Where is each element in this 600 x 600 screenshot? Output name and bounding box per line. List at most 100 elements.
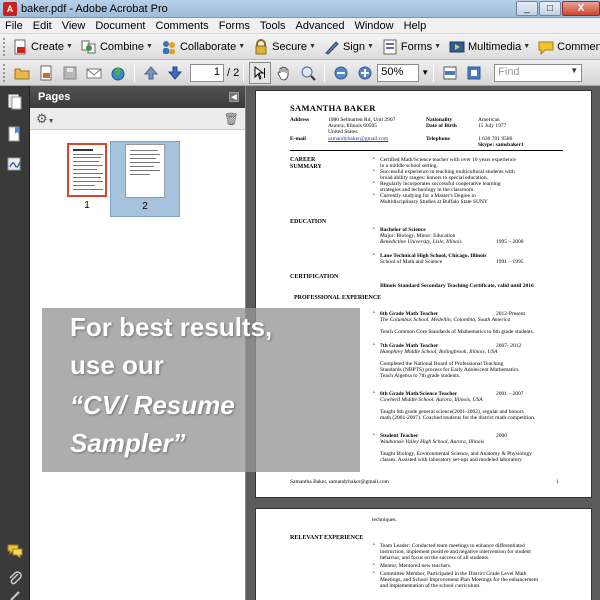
fit-width-button[interactable]	[439, 62, 461, 84]
delete-trash-icon[interactable]: 🗑	[224, 112, 239, 126]
menu-file[interactable]: File	[0, 20, 28, 32]
save-button[interactable]	[59, 62, 81, 84]
chevron-down-icon: ▼	[366, 43, 374, 50]
page-total: / 2	[227, 66, 240, 79]
open-button[interactable]	[11, 62, 33, 84]
minimize-button[interactable]: _	[516, 0, 538, 16]
comments-panel-icon[interactable]	[7, 542, 23, 558]
next-page-button[interactable]	[164, 62, 186, 84]
find-input[interactable]: Find ▼	[494, 63, 583, 82]
toolbar-separator	[324, 63, 326, 82]
pages-panel-header: Pages ◀	[30, 86, 245, 108]
page-number-input[interactable]: 1	[190, 63, 224, 82]
zoom-dropdown-icon[interactable]: ▼	[421, 68, 429, 77]
options-gear-icon[interactable]: ⚙▼	[36, 111, 55, 127]
menu-forms[interactable]: Forms	[214, 20, 255, 32]
email-button[interactable]	[83, 62, 105, 84]
save-icon	[63, 66, 77, 79]
overlay-line-1: For best results,	[70, 312, 273, 342]
toolbar-separator	[134, 63, 135, 82]
envelope-icon	[86, 68, 102, 78]
forms-button[interactable]: Forms ▼	[378, 36, 445, 58]
menu-window[interactable]: Window	[349, 20, 398, 32]
more-panels-icon[interactable]	[7, 588, 23, 600]
comment-icon	[538, 41, 554, 55]
maximize-button[interactable]: □	[539, 0, 561, 16]
zoom-out-button[interactable]	[330, 62, 352, 84]
navigation-pane-strip	[0, 86, 30, 600]
acrobat-app-icon: A	[3, 1, 17, 16]
menu-view[interactable]: View	[57, 20, 91, 32]
overlay-line-3: “CV/ Resume	[70, 390, 235, 420]
upload-button[interactable]	[107, 62, 129, 84]
pdf-page-2: techniques. RELEVANT EXPERIENCE • Team L…	[255, 508, 592, 600]
attachments-paperclip-icon[interactable]	[7, 570, 23, 586]
toolbar-grip[interactable]	[3, 63, 7, 82]
folder-open-icon	[14, 68, 30, 79]
lock-icon	[255, 38, 267, 54]
zoom-level-input[interactable]: 50%	[377, 63, 420, 82]
thumbnail-image	[125, 144, 165, 198]
fit-page-icon	[467, 66, 481, 79]
email-link[interactable]: samandybaker@gmail.com	[328, 136, 388, 143]
cursor-text-select-icon	[254, 65, 266, 80]
header-divider	[290, 150, 563, 151]
collapse-panel-button[interactable]: ◀	[229, 92, 239, 102]
chevron-down-icon: ▼	[238, 43, 246, 50]
chevron-down-icon: ▼	[434, 43, 442, 50]
combine-icon	[81, 40, 96, 53]
page-thumbnail-2[interactable]: 2	[110, 141, 180, 217]
collaborate-button[interactable]: Collaborate ▼	[157, 36, 249, 58]
menu-edit[interactable]: Edit	[28, 20, 57, 32]
menu-help[interactable]: Help	[399, 20, 432, 32]
window-title: baker.pdf - Adobe Acrobat Pro	[21, 2, 168, 15]
multimedia-button[interactable]: Multimedia ▼	[445, 36, 534, 58]
chevron-down-icon: ▼	[146, 43, 153, 50]
menu-tools[interactable]: Tools	[255, 20, 291, 32]
pages-panel-icon[interactable]	[7, 94, 23, 110]
thumbnail-image	[67, 143, 107, 197]
zoom-in-button[interactable]	[354, 62, 376, 84]
magnifier-zoom-icon	[301, 66, 316, 81]
zoom-marquee-button[interactable]	[297, 62, 319, 84]
fit-page-button[interactable]	[463, 62, 485, 84]
hand-tool-button[interactable]	[273, 62, 295, 84]
globe-upload-icon	[111, 66, 125, 80]
previous-page-button[interactable]	[140, 62, 162, 84]
menu-comments[interactable]: Comments	[151, 20, 214, 32]
title-bar: A baker.pdf - Adobe Acrobat Pro _ □ X	[0, 0, 600, 18]
tasks-toolbar: Create ▼ Combine ▼ Collaborate ▼ Secure ▼ Si…	[0, 34, 600, 60]
chevron-down-icon: ▼	[66, 43, 73, 50]
toolbar-grip[interactable]	[3, 37, 5, 56]
thumbnail-label: 2	[142, 201, 148, 212]
signatures-icon[interactable]	[7, 156, 23, 172]
bookmarks-icon[interactable]	[7, 126, 23, 142]
combine-button[interactable]: Combine ▼	[77, 36, 157, 58]
pen-sign-icon	[325, 40, 339, 55]
create-doc-icon	[40, 65, 52, 80]
hand-icon	[277, 66, 289, 80]
create-pdf-button[interactable]	[35, 62, 57, 84]
comment-button[interactable]: Comment▼	[534, 36, 600, 58]
overlay-line-4: Sampler”	[70, 428, 186, 458]
menu-bar: File Edit View Document Comments Forms T…	[0, 18, 600, 34]
promo-overlay: For best results, use our “CV/ Resume Sa…	[42, 308, 360, 472]
forms-icon	[383, 39, 397, 54]
create-button[interactable]: Create ▼	[8, 36, 77, 58]
pages-panel-title: Pages	[38, 91, 71, 103]
find-dropdown-icon[interactable]: ▼	[570, 66, 578, 80]
zoom-out-icon	[334, 66, 348, 79]
create-pdf-icon	[14, 39, 26, 54]
menu-advanced[interactable]: Advanced	[291, 20, 350, 32]
resume-name: SAMANTHA BAKER	[290, 103, 376, 113]
select-tool-button[interactable]	[249, 61, 272, 84]
toolbar-separator	[433, 63, 435, 82]
sign-button[interactable]: Sign ▼	[320, 36, 378, 58]
overlay-line-2: use our	[70, 350, 164, 380]
menu-document[interactable]: Document	[90, 20, 150, 32]
secure-button[interactable]: Secure ▼	[249, 36, 320, 58]
multimedia-icon	[449, 41, 465, 52]
toolbar-separator	[243, 63, 245, 82]
close-button[interactable]: X	[562, 0, 600, 16]
arrow-up-icon	[143, 65, 159, 79]
